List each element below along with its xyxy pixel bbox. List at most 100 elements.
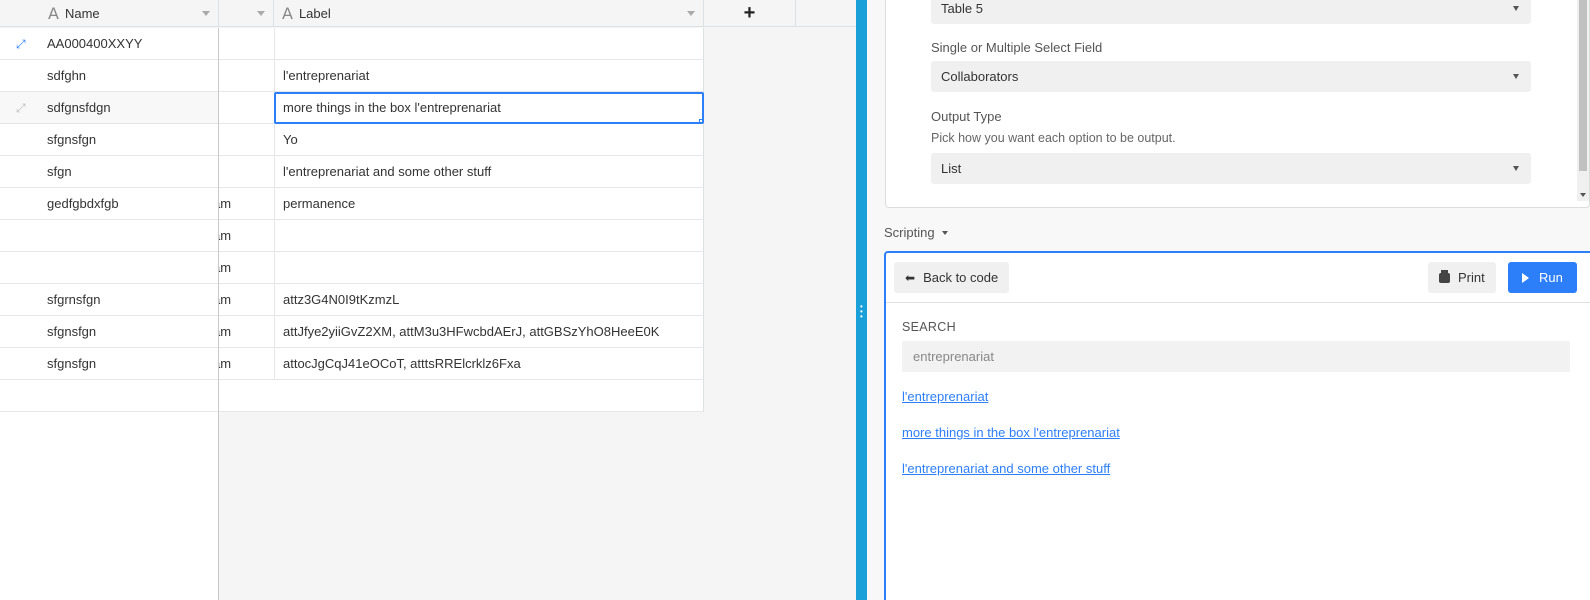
table-row[interactable]: am attocJgCqJ41eOCoT, atttsRRElcrklz6Fxa [219,347,704,380]
column-header-name[interactable]: A Name [0,0,219,27]
cell-hidden-column[interactable] [219,132,274,147]
cell-hidden-column-text: am [219,324,232,339]
table-row[interactable]: am permanence [219,187,704,220]
cell-label[interactable]: Yo [274,123,704,156]
cell-name[interactable]: sfgnsfgn [47,356,96,371]
cell-label[interactable]: attocJgCqJ41eOCoT, atttsRRElcrklz6Fxa [274,347,704,380]
table-row[interactable]: l'entreprenariat and some other stuff [219,155,704,188]
column-header-label[interactable]: A Label [274,0,704,27]
chevron-down-icon [1513,166,1519,171]
result-link-1[interactable]: l'entreprenariat [902,389,988,404]
cell-name[interactable]: sdfghn [47,68,86,83]
cell-hidden-column[interactable]: am [219,292,274,307]
printer-icon [1439,269,1450,283]
cell-name[interactable]: AA000400XXYY [47,36,142,51]
select-field-select[interactable]: Collaborators [931,61,1531,92]
settings-scrollbar[interactable] [1577,0,1589,201]
add-row[interactable] [0,380,218,412]
cell-label-text: l'entreprenariat [283,68,370,83]
run-label: Run [1539,270,1563,285]
print-label: Print [1458,270,1485,285]
cell-name[interactable]: sfgn [47,164,72,179]
output-type-select[interactable]: List [931,153,1531,184]
cell-label-text: attocJgCqJ41eOCoT, atttsRRElcrklz6Fxa [283,356,521,371]
table-row[interactable]: am [219,251,704,284]
table-row[interactable]: Yo [219,123,704,156]
chevron-down-icon[interactable] [687,11,695,16]
cell-hidden-column[interactable]: am [219,228,274,243]
table-row[interactable]: am attJfye2yiiGvZ2XM, attM3u3HFwcbdAErJ, … [219,315,704,348]
cell-label[interactable] [274,27,704,60]
table-row[interactable]: sfgnsfgn [0,316,218,348]
cell-name[interactable]: sdfgnsfdgn [47,100,111,115]
column-header-hidden[interactable] [219,0,274,27]
table-row[interactable]: ⤢ AA000400XXYY [0,28,218,60]
result-link-3[interactable]: l'entreprenariat and some other stuff [902,461,1110,476]
run-button[interactable]: Run [1508,262,1577,293]
table-row[interactable] [219,27,704,60]
cell-name[interactable]: sfgnsfgn [47,132,96,147]
cell-hidden-column[interactable] [219,36,274,51]
table-row[interactable] [0,220,218,252]
table-row[interactable]: l'entreprenariat [219,59,704,92]
column-header-label-label: Label [298,6,331,21]
cell-hidden-column[interactable] [219,164,274,179]
table-row[interactable]: sfgnsfgn [0,348,218,380]
cell-label[interactable] [274,219,704,252]
table-row[interactable]: more things in the box l'entreprenariat [219,91,704,124]
expand-record-icon[interactable]: ⤢ [16,37,30,51]
chevron-down-icon[interactable] [257,11,265,16]
cell-hidden-column-text: am [219,356,232,371]
table-row[interactable]: sfgn [0,156,218,188]
cell-hidden-column-text: am [219,228,232,243]
table-row[interactable]: gedfgbdxfgb [0,188,218,220]
table-row[interactable] [0,252,218,284]
cell-name[interactable]: sfgnsfgn [47,324,96,339]
output-type-value: List [941,161,962,176]
cell-hidden-column[interactable]: am [219,324,274,339]
add-row[interactable] [219,380,703,412]
cell-label[interactable]: permanence [274,187,704,220]
grid-frozen-columns: ⤢ AA000400XXYY sdfghn ⤢ sdfgnsfdgn sfgnsfgn sf… [0,28,219,600]
cell-name[interactable]: sfgrnsfgn [47,292,100,307]
table-row[interactable]: ⤢ sdfgnsfdgn [0,92,218,124]
cell-label-selected[interactable]: more things in the box l'entreprenariat [274,91,704,124]
table-row[interactable]: sdfghn [0,60,218,92]
scrollbar-thumb[interactable] [1579,0,1587,171]
scroll-down-arrow-icon[interactable] [1580,193,1586,197]
cell-hidden-column[interactable]: am [219,196,274,211]
cell-label[interactable]: attJfye2yiiGvZ2XM, attM3u3HFwcbdAErJ, at… [274,315,704,348]
cell-label[interactable]: l'entreprenariat and some other stuff [274,155,704,188]
chevron-down-icon [1513,6,1519,11]
cell-label-text: attJfye2yiiGvZ2XM, attM3u3HFwcbdAErJ, at… [283,324,660,339]
table-row[interactable]: sfgnsfgn [0,124,218,156]
pane-resize-handle[interactable]: • • • [856,0,867,600]
table-row[interactable]: am [219,219,704,252]
search-input[interactable] [902,341,1570,372]
cell-label[interactable] [274,251,704,284]
grid-scroll-columns: l'entreprenariat more things in the box l… [219,27,704,412]
cell-hidden-column[interactable]: am [219,356,274,371]
cell-hidden-column[interactable] [219,68,274,83]
table-select[interactable]: Table 5 [931,0,1531,24]
add-field-button[interactable]: + [704,0,796,27]
chevron-down-icon [941,230,948,235]
cell-hidden-column[interactable]: am [219,260,274,275]
cell-hidden-column[interactable] [219,100,274,115]
back-to-code-button[interactable]: ⬅ Back to code [894,262,1010,293]
cell-name[interactable]: gedfgbdxfgb [47,196,119,211]
print-button[interactable]: Print [1428,262,1496,293]
grid-view: A Name A Label + ⤢ AA000400XXYY sdfghn ⤢ sdf… [0,0,856,600]
table-row[interactable]: am attz3G4N0I9tKzmzL [219,283,704,316]
expand-record-icon[interactable]: ⤢ [16,101,30,115]
cell-label-text: l'entreprenariat and some other stuff [283,164,492,179]
chevron-down-icon[interactable] [202,11,210,16]
cell-label[interactable]: l'entreprenariat [274,59,704,92]
cell-hidden-column-text: am [219,260,232,275]
cell-label[interactable]: attz3G4N0I9tKzmzL [274,283,704,316]
cell-label-text: attz3G4N0I9tKzmzL [283,292,400,307]
scripting-toggle[interactable]: Scripting [884,225,948,240]
result-link-2[interactable]: more things in the box l'entreprenariat [902,425,1120,440]
select-field-label: Single or Multiple Select Field [931,40,1103,55]
table-row[interactable]: sfgrnsfgn [0,284,218,316]
